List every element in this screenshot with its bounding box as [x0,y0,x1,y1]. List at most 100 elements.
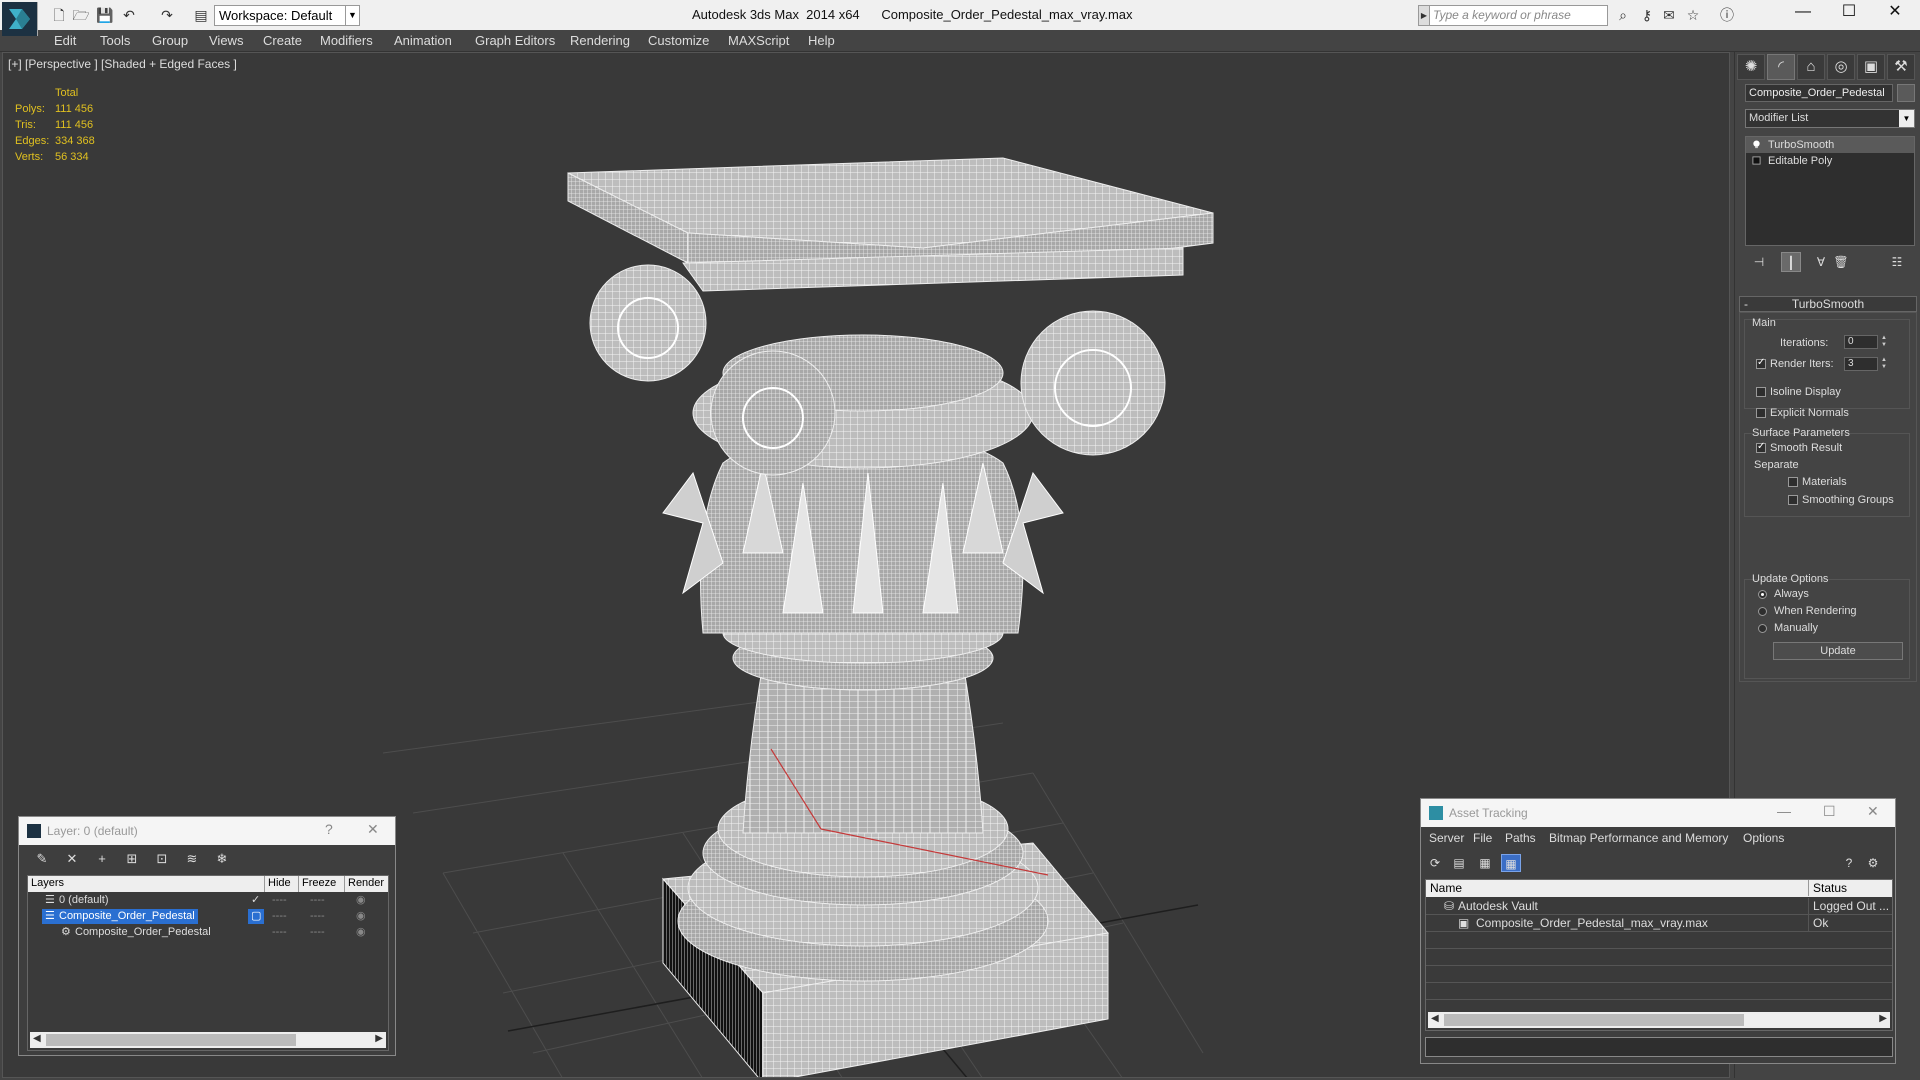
show-end-result-icon[interactable]: ┃ [1781,252,1801,272]
column-layers[interactable]: Layers [28,876,64,892]
render-teapot-icon[interactable]: ◉ [356,893,366,908]
spinner-arrows-icon[interactable]: ▲ ▼ [1880,335,1888,349]
hide-toggle[interactable]: ---- [272,893,287,908]
tab-motion[interactable]: ◎ [1827,54,1855,80]
new-file-icon[interactable]: 🗋 [50,6,68,24]
menu-graph-editors[interactable]: Graph Editors [475,33,555,48]
table-row[interactable]: ☰ Composite_Order_Pedestal ▢ ---- ---- ◉ [28,909,388,925]
configure-modifier-sets-icon[interactable]: ☷ [1887,252,1907,272]
object-color-swatch[interactable] [1897,84,1915,102]
horizontal-scrollbar[interactable]: ◀ ▶ [1428,1012,1890,1028]
workspace-dropdown[interactable]: Workspace: Default ▼ [214,5,360,26]
always-radio[interactable] [1758,590,1767,599]
search-input[interactable]: ▶ Type a keyword or phrase [1418,5,1608,26]
asset-dialog-titlebar[interactable]: Asset Tracking — ☐ ✕ [1421,799,1895,827]
save-file-icon[interactable]: 💾 [96,6,114,24]
menu-rendering[interactable]: Rendering [570,33,630,48]
lightbulb-icon[interactable] [1752,140,1761,149]
table-row[interactable]: ▣ Composite_Order_Pedestal_max_vray.max … [1426,915,1892,932]
make-unique-icon[interactable]: ∀ [1811,252,1831,272]
scrollbar-thumb[interactable] [1444,1014,1744,1026]
hide-toggle[interactable]: ---- [272,909,287,924]
materials-checkbox[interactable] [1788,477,1798,487]
menu-file[interactable]: File [1473,831,1492,845]
column-render[interactable]: Render [344,876,384,892]
column-hide[interactable]: Hide [264,876,291,892]
object-name-field[interactable]: Composite_Order_Pedestal [1745,84,1893,102]
smoothing-groups-checkbox[interactable] [1788,495,1798,505]
menu-tools[interactable]: Tools [100,33,130,48]
tab-modify[interactable]: ◜ [1767,54,1795,80]
isoline-display-checkbox[interactable] [1756,387,1766,397]
render-iters-checkbox[interactable] [1756,357,1766,369]
explicit-normals-checkbox[interactable] [1756,408,1766,418]
table-view-icon[interactable]: ▦ [1501,854,1521,872]
tab-display[interactable]: ▣ [1857,54,1885,80]
table-row[interactable]: ☰ 0 (default) ✓ ---- ---- ◉ [28,893,388,909]
close-button[interactable]: ✕ [1872,0,1918,26]
table-row[interactable]: ⚙ Composite_Order_Pedestal ---- ---- ◉ [28,925,388,941]
render-teapot-icon[interactable]: ◉ [356,909,366,924]
update-button[interactable]: Update [1773,642,1903,660]
help-icon[interactable]: ? [1839,854,1859,872]
menu-views[interactable]: Views [209,33,243,48]
menu-edit[interactable]: Edit [54,33,76,48]
refresh-icon[interactable]: ⟳ [1425,854,1445,872]
close-button[interactable]: ✕ [1867,803,1879,820]
horizontal-scrollbar[interactable]: ◀ ▶ [30,1032,386,1048]
scroll-right-icon[interactable]: ▶ [375,1033,383,1044]
close-button[interactable]: ✕ [367,821,379,838]
menu-modifiers[interactable]: Modifiers [320,33,373,48]
open-file-icon[interactable]: 🗁 [72,6,90,24]
binoculars-icon[interactable]: ⌕ [1614,6,1632,24]
render-iters-spinner[interactable]: 3 [1844,357,1878,371]
undo-icon[interactable]: ↶ [120,6,138,24]
scroll-right-icon[interactable]: ▶ [1879,1013,1887,1024]
list-view-icon[interactable]: ▤ [1449,854,1469,872]
menu-group[interactable]: Group [152,33,188,48]
delete-layer-icon[interactable]: ✕ [63,850,81,868]
tab-hierarchy[interactable]: ⌂ [1797,54,1825,80]
menu-customize[interactable]: Customize [648,33,709,48]
menu-animation[interactable]: Animation [394,33,452,48]
menu-create[interactable]: Create [263,33,302,48]
minimize-button[interactable]: — [1780,0,1826,26]
help-button[interactable]: ? [325,821,333,837]
vault-settings-icon[interactable]: ⚙ [1863,854,1883,872]
render-teapot-icon[interactable]: ◉ [356,925,366,940]
project-folder-icon[interactable]: ▤ [192,6,210,24]
favorites-star-icon[interactable]: ☆ [1684,6,1702,24]
iterations-spinner[interactable]: 0 [1844,335,1878,349]
select-objects-icon[interactable]: ⊞ [123,850,141,868]
column-status[interactable]: Status [1808,880,1847,896]
thumbnail-view-icon[interactable]: ▦ [1475,854,1495,872]
maximize-button[interactable]: ☐ [1826,0,1872,26]
freeze-toggle[interactable]: ---- [310,909,325,924]
expand-box-icon[interactable] [1752,156,1761,165]
menu-maxscript[interactable]: MAXScript [728,33,789,48]
tab-utilities[interactable]: ⚒ [1887,54,1915,80]
column-freeze[interactable]: Freeze [298,876,336,892]
menu-help[interactable]: Help [808,33,835,48]
communication-icon[interactable]: ✉ [1660,6,1678,24]
manually-radio[interactable] [1758,624,1767,633]
hide-toggle[interactable]: ---- [272,925,287,940]
freeze-all-layers-icon[interactable]: ❄ [213,850,231,868]
turbosmooth-rollout-title[interactable]: - TurboSmooth [1739,296,1917,312]
menu-bitmap-performance[interactable]: Bitmap Performance and Memory [1549,831,1728,845]
expand-icon[interactable]: ▶ [1418,5,1430,26]
pin-stack-icon[interactable]: ⊣ [1749,252,1769,272]
redo-icon[interactable]: ↷ [158,6,176,24]
help-icon[interactable]: ⓘ [1718,6,1736,24]
modifier-list-dropdown[interactable]: Modifier List ▼ [1745,109,1915,128]
scroll-left-icon[interactable]: ◀ [33,1033,41,1044]
table-row[interactable]: ⛁ Autodesk Vault Logged Out ... [1426,898,1892,915]
scroll-left-icon[interactable]: ◀ [1431,1013,1439,1024]
layer-dialog-titlebar[interactable]: Layer: 0 (default) ? ✕ [19,817,395,845]
viewport-label[interactable]: [+] [Perspective ] [Shaded + Edged Faces… [8,57,237,71]
remove-modifier-icon[interactable]: 🗑 [1831,252,1851,272]
menu-server[interactable]: Server [1429,831,1464,845]
stack-item-turbosmooth[interactable]: TurboSmooth [1746,137,1914,153]
column-name[interactable]: Name [1430,880,1462,896]
when-rendering-radio[interactable] [1758,607,1767,616]
